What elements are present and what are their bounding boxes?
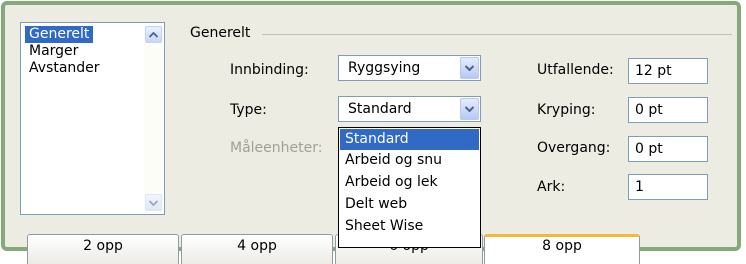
tab-2-opp[interactable]: 2 opp [27, 234, 179, 264]
list-scrollbar[interactable] [144, 24, 163, 213]
category-list[interactable]: Generelt Marger Avstander [20, 22, 165, 215]
type-dropdown-list[interactable]: Standard Arbeid og snu Arbeid og lek Del… [338, 127, 481, 248]
list-item-avstander[interactable]: Avstander [25, 60, 104, 77]
kryping-input[interactable]: 0 pt [628, 97, 708, 123]
type-select[interactable]: Standard [338, 96, 481, 122]
ark-value: 1 [635, 179, 644, 195]
overgang-value: 0 pt [635, 141, 663, 157]
group-title: Generelt [190, 25, 251, 41]
group-divider [262, 34, 732, 35]
overgang-input[interactable]: 0 pt [628, 136, 708, 162]
tab-4-opp[interactable]: 4 opp [181, 234, 333, 264]
dropdown-option-arbeid-og-lek[interactable]: Arbeid og lek [340, 172, 479, 193]
utfallende-label: Utfallende: [537, 62, 614, 78]
kryping-value: 0 pt [635, 102, 663, 118]
innbinding-select[interactable]: Ryggsying [338, 55, 481, 81]
type-value: Standard [348, 101, 412, 117]
dropdown-option-standard[interactable]: Standard [340, 129, 479, 150]
dropdown-option-arbeid-og-snu[interactable]: Arbeid og snu [340, 150, 479, 171]
dropdown-option-delt-web[interactable]: Delt web [340, 194, 479, 215]
arrow-down-icon[interactable] [145, 194, 162, 211]
chevron-down-icon[interactable] [460, 98, 479, 120]
list-item-marger[interactable]: Marger [25, 43, 82, 60]
dropdown-option-sheet-wise[interactable]: Sheet Wise [340, 216, 479, 237]
list-item-generelt[interactable]: Generelt [25, 26, 94, 43]
tab-8-opp[interactable]: 8 opp [484, 234, 640, 264]
kryping-label: Kryping: [537, 102, 596, 118]
innbinding-value: Ryggsying [348, 60, 421, 76]
utfallende-value: 12 pt [635, 63, 672, 79]
ark-label: Ark: [537, 179, 566, 195]
overgang-label: Overgang: [537, 140, 611, 156]
type-label: Type: [230, 102, 267, 118]
ark-input[interactable]: 1 [628, 174, 708, 200]
arrow-up-icon[interactable] [145, 26, 162, 43]
innbinding-label: Innbinding: [230, 62, 309, 78]
utfallende-input[interactable]: 12 pt [628, 58, 708, 84]
maaleenheter-label: Måleenheter: [230, 140, 323, 156]
chevron-down-icon[interactable] [460, 57, 479, 79]
